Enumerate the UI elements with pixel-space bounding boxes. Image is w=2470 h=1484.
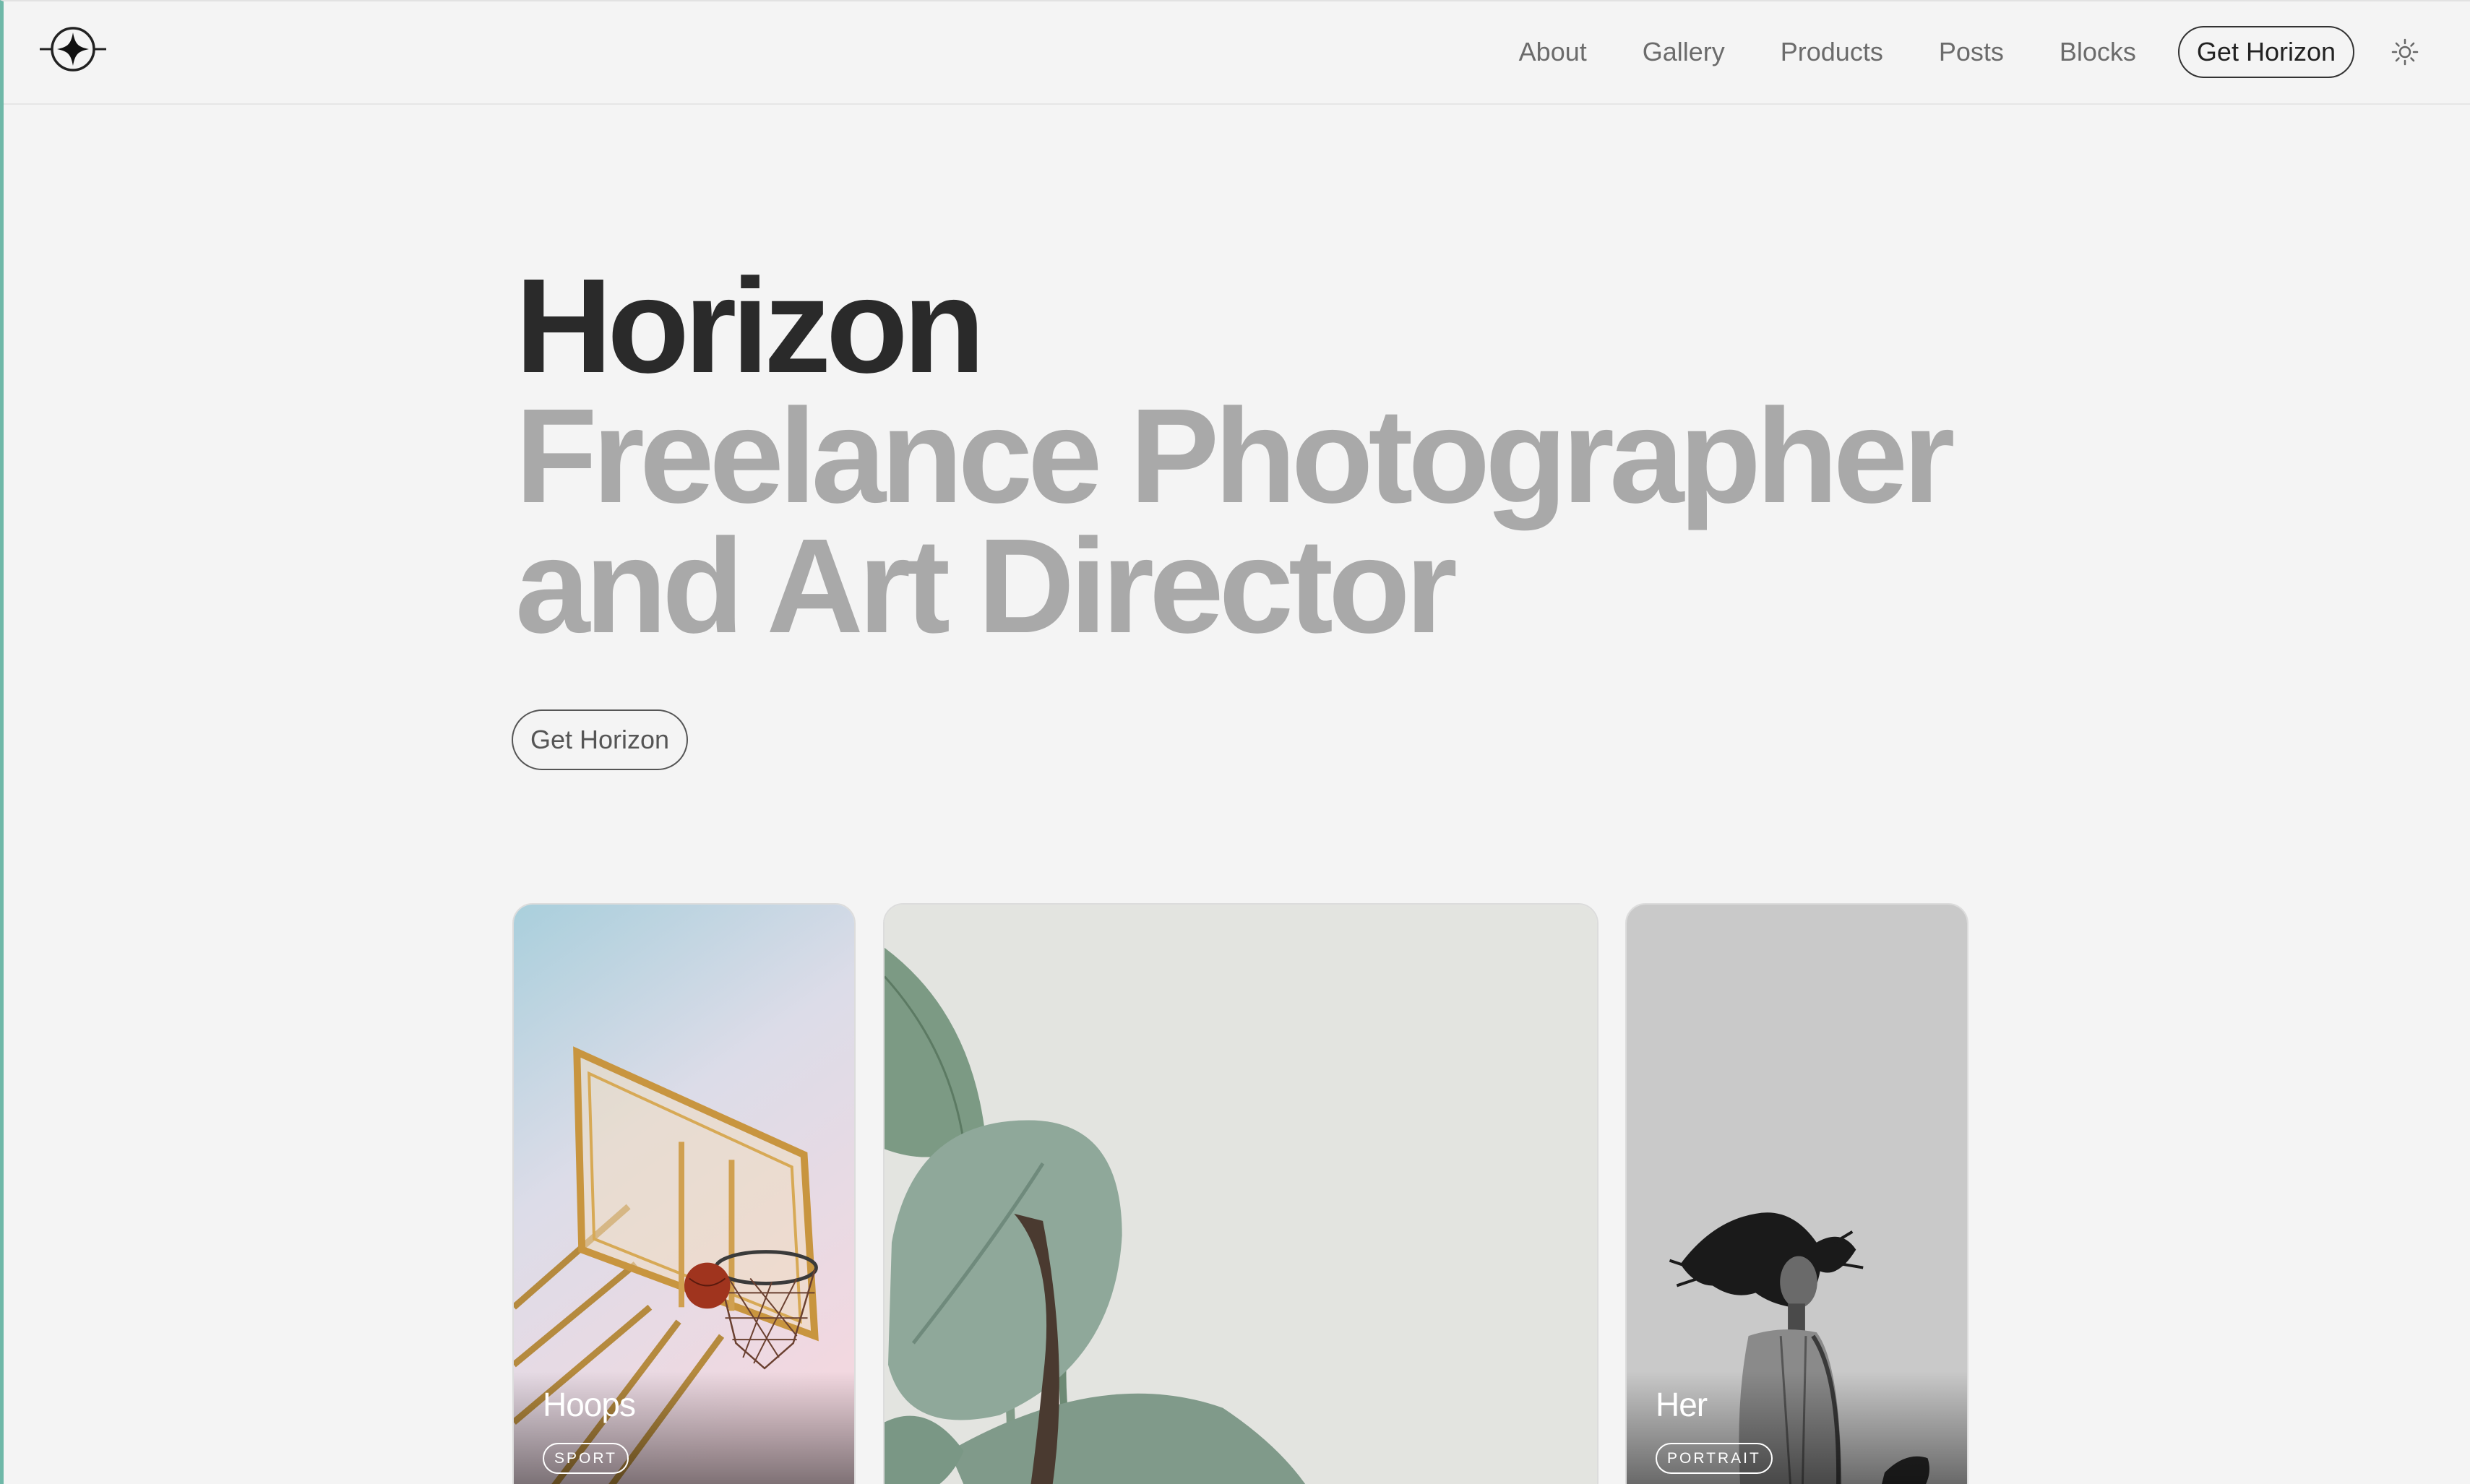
logo-star-icon[interactable] <box>40 20 106 81</box>
hero-title: Horizon <box>515 251 985 401</box>
hero: Horizon Freelance Photographer and Art D… <box>515 251 1955 661</box>
nav-products[interactable]: Products <box>1781 37 1883 67</box>
gallery-card-hoops[interactable]: Hoops SPORT <box>512 903 856 1484</box>
hero-subtitle-line-2: and Art Director <box>515 512 1458 661</box>
sun-icon[interactable] <box>2391 38 2419 66</box>
category-badge[interactable]: PORTRAIT <box>1656 1443 1773 1474</box>
card-title: Her <box>1656 1386 1708 1423</box>
card-title: Hoops <box>543 1386 636 1423</box>
gallery-card-plant[interactable] <box>883 903 1598 1484</box>
get-horizon-nav-button[interactable]: Get Horizon <box>2177 26 2354 78</box>
nav-about[interactable]: About <box>1519 37 1587 67</box>
category-badge[interactable]: SPORT <box>543 1443 629 1474</box>
plant-photo <box>885 905 1597 1484</box>
main-nav: About Gallery Products Posts Blocks Get … <box>1519 23 2419 81</box>
get-horizon-hero-button[interactable]: Get Horizon <box>512 709 689 770</box>
nav-blocks[interactable]: Blocks <box>2060 37 2136 67</box>
gallery-card-her[interactable]: Her PORTRAIT <box>1625 903 1968 1484</box>
page-frame: About Gallery Products Posts Blocks Get … <box>0 0 2470 1484</box>
site-header: About Gallery Products Posts Blocks Get … <box>4 1 2470 105</box>
hero-subtitle-line-1: Freelance Photographer <box>515 381 1955 531</box>
nav-gallery[interactable]: Gallery <box>1643 37 1725 67</box>
nav-posts[interactable]: Posts <box>1939 37 2004 67</box>
